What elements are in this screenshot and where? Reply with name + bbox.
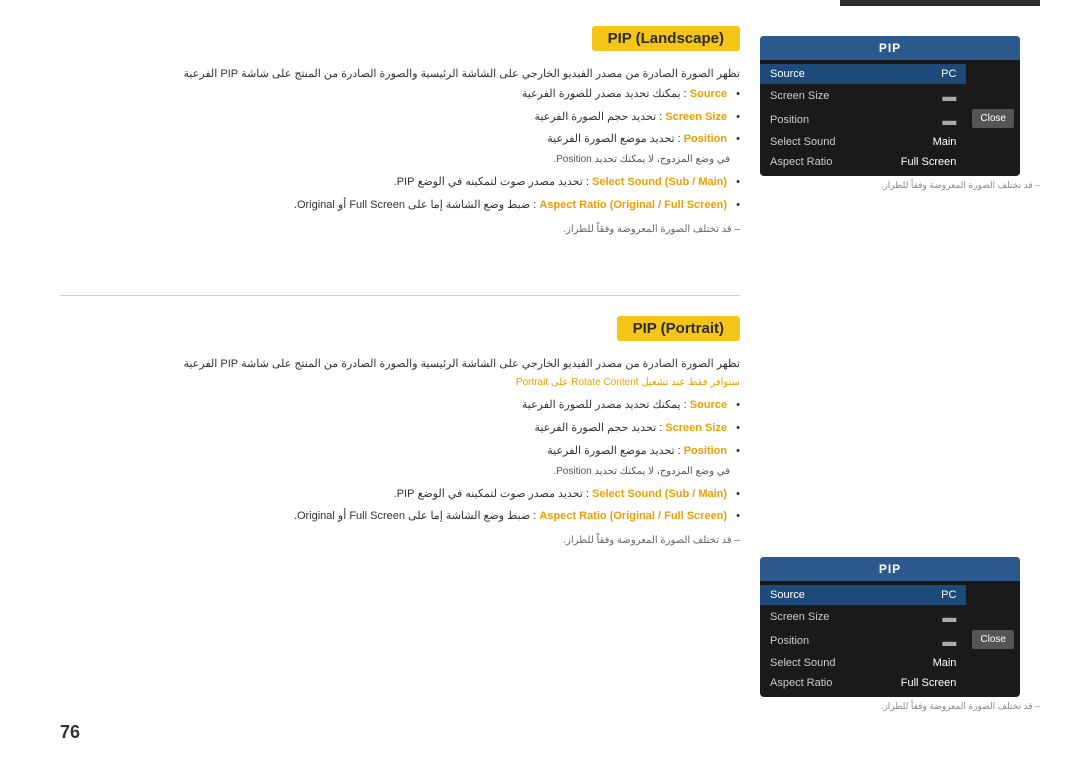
pip-panel-1: PIP Source PC Screen Size ▬ bbox=[760, 36, 1020, 176]
pip2-position-icon: ▬ bbox=[942, 633, 956, 649]
section1-title: PIP (Landscape) bbox=[592, 26, 740, 51]
section2-block: PIP (Portrait) تظهر الصورة الصادرة من مص… bbox=[60, 316, 740, 567]
section1-main-text: تظهر الصورة الصادرة من مصدر الفيديو الخا… bbox=[60, 65, 740, 216]
pip1-close-button[interactable]: Close bbox=[972, 109, 1014, 128]
pip-panel-2-wrapper: PIP Source PC Screen Size ▬ bbox=[760, 557, 1040, 712]
section1-footnote: – قد تختلف الصورة المعروضة وفقاً للطراز. bbox=[60, 224, 740, 235]
pip1-row-position[interactable]: Position ▬ bbox=[760, 108, 966, 132]
pip1-note: – قد تختلف الصورة المعروضة وفقاً للطراز. bbox=[760, 180, 1040, 191]
pip1-row-select-sound[interactable]: Select Sound Main bbox=[760, 132, 966, 152]
section2-main-text: تظهر الصورة الصادرة من مصدر الفيديو الخا… bbox=[60, 355, 740, 528]
section2-footnote: – قد تختلف الصورة المعروضة وفقاً للطراز. bbox=[60, 535, 740, 546]
pip-panel-2: PIP Source PC Screen Size ▬ bbox=[760, 557, 1020, 697]
pip2-close-col: Close bbox=[966, 581, 1020, 697]
pip1-row-screen-size[interactable]: Screen Size ▬ bbox=[760, 84, 966, 108]
section-divider bbox=[60, 295, 740, 296]
pip-panel-1-wrapper: PIP Source PC Screen Size ▬ bbox=[760, 36, 1040, 191]
pip1-close-col: Close bbox=[966, 60, 1020, 176]
section2-title: PIP (Portrait) bbox=[617, 316, 740, 341]
pip2-row-screen-size[interactable]: Screen Size ▬ bbox=[760, 605, 966, 629]
pip1-menu: Source PC Screen Size ▬ Position ▬ bbox=[760, 60, 966, 176]
pip2-row-aspect-ratio[interactable]: Aspect Ratio Full Screen bbox=[760, 673, 966, 693]
page-number: 76 bbox=[0, 712, 1080, 763]
section1-block: PIP (Landscape) تظهر الصورة الصادرة من م… bbox=[60, 26, 740, 255]
pip1-row-source[interactable]: Source PC bbox=[760, 64, 966, 84]
pip2-row-position[interactable]: Position ▬ bbox=[760, 629, 966, 653]
pip1-row-aspect-ratio[interactable]: Aspect Ratio Full Screen bbox=[760, 152, 966, 172]
pip1-position-icon: ▬ bbox=[942, 112, 956, 128]
pip2-note: – قد تختلف الصورة المعروضة وفقاً للطراز. bbox=[760, 701, 1040, 712]
pip2-close-button[interactable]: Close bbox=[972, 630, 1014, 649]
page: PIP (Landscape) تظهر الصورة الصادرة من م… bbox=[0, 0, 1080, 763]
pip2-row-select-sound[interactable]: Select Sound Main bbox=[760, 653, 966, 673]
pip2-menu: Source PC Screen Size ▬ Position ▬ bbox=[760, 581, 966, 697]
pip2-screen-size-icon: ▬ bbox=[942, 609, 956, 625]
pip1-header: PIP bbox=[760, 36, 1020, 60]
pip2-row-source[interactable]: Source PC bbox=[760, 585, 966, 605]
pip1-screen-size-icon: ▬ bbox=[942, 88, 956, 104]
pip2-header: PIP bbox=[760, 557, 1020, 581]
